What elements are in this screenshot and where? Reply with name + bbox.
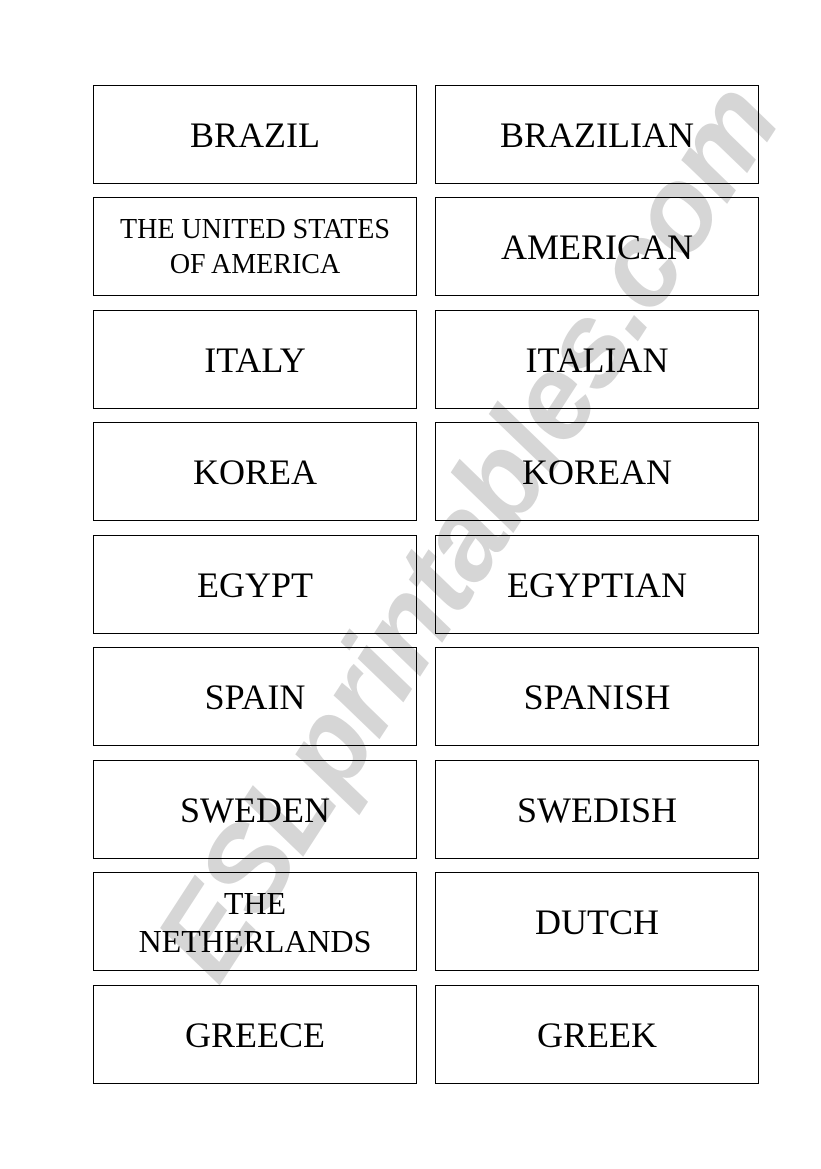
nationality-card: ITALIAN <box>435 310 759 409</box>
country-label: EGYPT <box>197 564 313 605</box>
country-card: GREECE <box>93 985 417 1084</box>
nationality-card: BRAZILIAN <box>435 85 759 184</box>
country-label: THE NETHERLANDS <box>138 884 372 959</box>
country-label: SPAIN <box>204 676 306 717</box>
country-card: SPAIN <box>93 647 417 746</box>
nationality-card: GREEK <box>435 985 759 1084</box>
nationality-card: KOREAN <box>435 422 759 521</box>
country-card: SWEDEN <box>93 760 417 859</box>
nationality-label: SWEDISH <box>517 789 677 830</box>
nationality-card: EGYPTIAN <box>435 535 759 634</box>
country-card: BRAZIL <box>93 85 417 184</box>
country-card: THE NETHERLANDS <box>93 872 417 971</box>
country-card: EGYPT <box>93 535 417 634</box>
nationality-label: EGYPTIAN <box>507 564 687 605</box>
worksheet-page: ESLprintables.com BRAZIL BRAZILIAN THE U… <box>0 0 821 1169</box>
country-label: KOREA <box>193 451 317 492</box>
country-label: SWEDEN <box>180 789 330 830</box>
nationality-label: BRAZILIAN <box>500 114 694 155</box>
country-label: ITALY <box>204 339 306 380</box>
nationality-label: KOREAN <box>522 451 672 492</box>
country-card: KOREA <box>93 422 417 521</box>
nationality-card: SPANISH <box>435 647 759 746</box>
nationality-card: DUTCH <box>435 872 759 971</box>
nationality-card: AMERICAN <box>435 197 759 296</box>
country-card: ITALY <box>93 310 417 409</box>
country-label: BRAZIL <box>190 114 320 155</box>
nationality-label: SPANISH <box>523 676 671 717</box>
country-label: THE UNITED STATES OF AMERICA <box>120 213 390 280</box>
country-label: GREECE <box>185 1014 325 1055</box>
nationality-label: GREEK <box>537 1014 657 1055</box>
nationality-card: SWEDISH <box>435 760 759 859</box>
country-card: THE UNITED STATES OF AMERICA <box>93 197 417 296</box>
nationality-label: ITALIAN <box>525 339 669 380</box>
nationality-label: DUTCH <box>535 901 659 942</box>
nationality-label: AMERICAN <box>500 226 693 267</box>
